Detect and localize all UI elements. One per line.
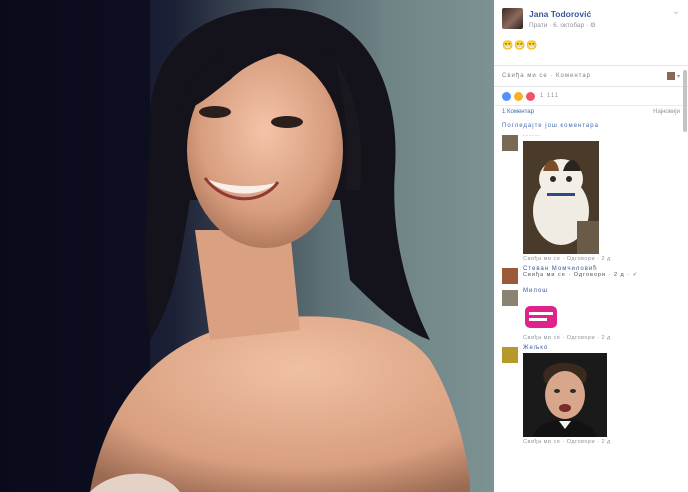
cat-photo-image[interactable] [523, 141, 599, 254]
commenter-name[interactable]: Жељко [523, 345, 611, 351]
scrollbar-thumb[interactable] [683, 70, 687, 132]
comment-item: Милош Свиђа ми се · Одговори · 2 д [494, 286, 688, 343]
comment-meta: Свиђа ми се · Одговори · 2 д · ✓ [523, 272, 639, 278]
love-reaction-icon [526, 91, 535, 101]
haha-reaction-icon [514, 91, 523, 101]
comment-meta: Свиђа ми се · Одговори · 2 д [523, 335, 611, 341]
comment-meta: Свиђа ми се · Одговори · 2 д [523, 256, 611, 262]
commenter-name[interactable]: ······ [523, 133, 611, 139]
author-avatar[interactable] [502, 8, 523, 29]
photo[interactable] [0, 0, 494, 492]
man-photo-image[interactable] [523, 353, 607, 437]
post-meta: Прати · 6. октобар · ⚙ [529, 22, 596, 29]
photo-viewer: Jana Todorović Прати · 6. октобар · ⚙ ⌄ … [0, 0, 688, 492]
commenter-avatar[interactable] [502, 135, 518, 151]
post-header: Jana Todorović Прати · 6. октобар · ⚙ ⌄ [494, 0, 688, 36]
page-avatar-icon [666, 72, 675, 80]
like-comment-actions[interactable]: Свиђа ми се · Коментар [502, 73, 591, 79]
options-chevron-icon[interactable]: ⌄ [672, 6, 680, 17]
sort-order[interactable]: Најновији [653, 109, 680, 115]
share-selector[interactable]: ▾ [666, 72, 680, 80]
commenter-avatar[interactable] [502, 347, 518, 363]
commenter-avatar[interactable] [502, 268, 518, 284]
comment-meta: Свиђа ми се · Одговори · 2 д [523, 439, 611, 445]
dropdown-arrow-icon: ▾ [676, 73, 680, 80]
comment-count[interactable]: 1 Коментар [502, 109, 534, 115]
comment-item: Стеван Момчиловић Свиђа ми се · Одговори… [494, 264, 688, 286]
author-name[interactable]: Jana Todorović [529, 8, 596, 20]
side-panel: Jana Todorović Прати · 6. октобар · ⚙ ⌄ … [494, 0, 688, 492]
like-reaction-icon [502, 91, 511, 101]
sticker-image[interactable] [523, 304, 559, 330]
comment-item: Жељко Свиђа ми се · Одговори · 2 д [494, 343, 688, 447]
post-text: 😁😁😁 [502, 40, 539, 50]
reaction-count: 1 111 [540, 93, 560, 99]
comment-item: ······ Свиђа ми се · Одговори · 2 д [494, 131, 688, 264]
portrait-image [0, 0, 494, 492]
reactions-summary[interactable]: 1 111 [494, 87, 688, 105]
action-bar: Свиђа ми се · Коментар ▾ [494, 65, 688, 87]
comment-sort-bar: 1 Коментар Најновији [494, 105, 688, 117]
view-more-comments-link[interactable]: Погледајте још коментара [494, 117, 688, 131]
commenter-name[interactable]: Милош [523, 288, 611, 294]
commenter-avatar[interactable] [502, 290, 518, 306]
